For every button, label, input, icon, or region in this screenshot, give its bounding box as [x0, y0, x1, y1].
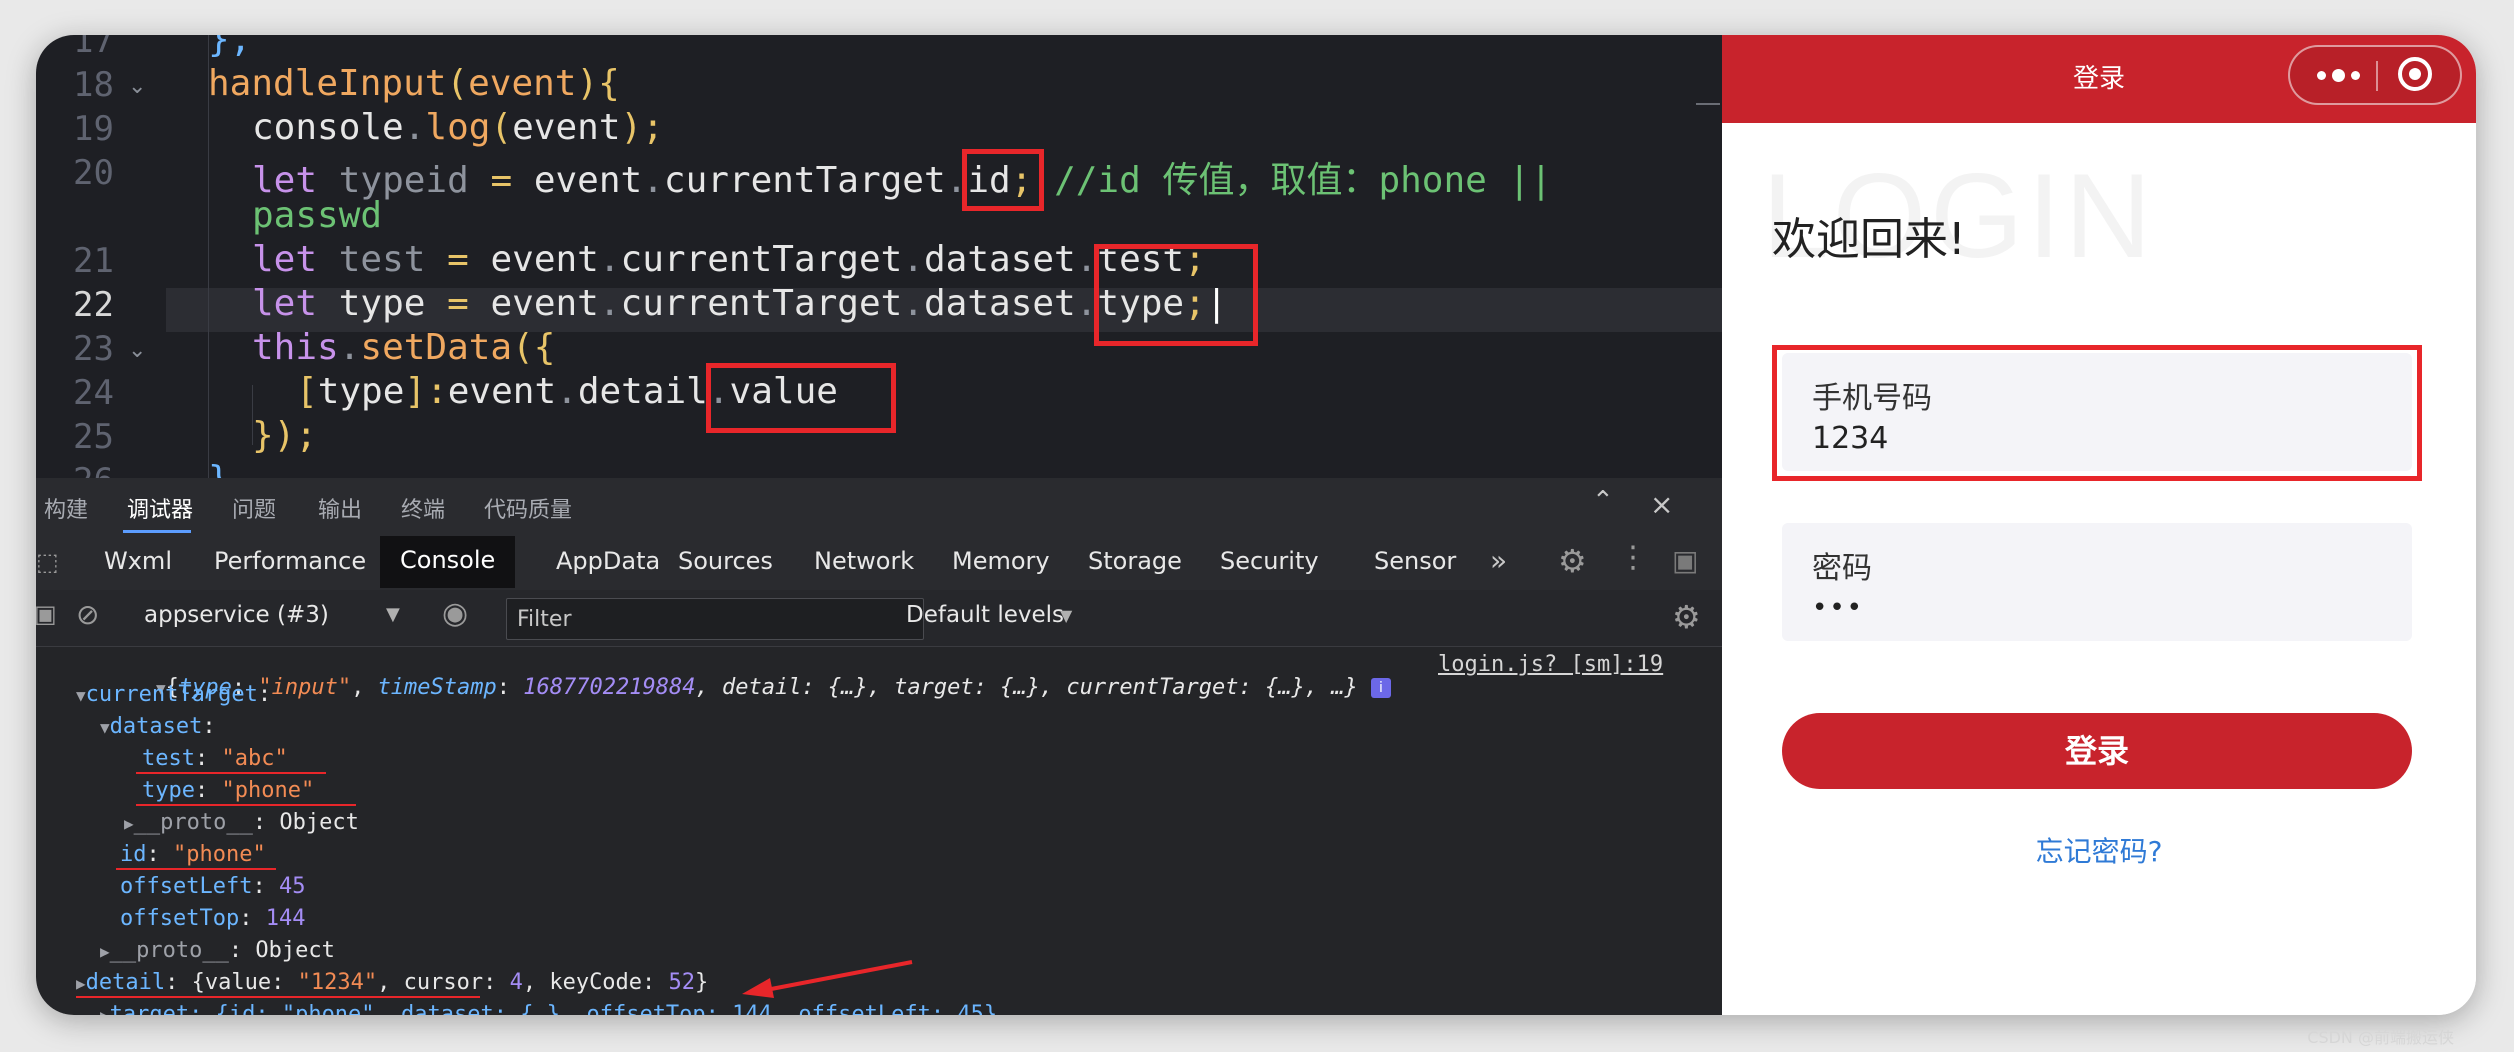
tree-node-dataset[interactable]: ▼dataset: — [100, 714, 216, 739]
tree-node-proto[interactable]: ▶__proto__: Object — [124, 810, 359, 835]
tab-storage[interactable]: Storage — [1068, 546, 1202, 590]
settings-gear-icon[interactable]: ⚙ — [1558, 542, 1587, 580]
annotation-underline — [136, 772, 326, 774]
tab-sources[interactable]: Sources — [658, 546, 793, 590]
line-number: 17 — [73, 35, 114, 61]
code-line: }, — [208, 35, 252, 60]
annotation-box-dataset — [1094, 244, 1258, 346]
active-tab-indicator — [123, 530, 191, 533]
welcome-heading: 欢迎回来! — [1772, 214, 1966, 265]
annotation-box-id — [962, 149, 1044, 211]
close-icon[interactable]: × — [1650, 488, 1673, 521]
code-line: }); — [252, 415, 318, 456]
console-toolbar: ▣ ⊘ appservice (#3) ▼ ◉ Default levels ▼… — [36, 590, 1722, 647]
more-tabs-icon[interactable]: » — [1490, 544, 1507, 577]
password-field[interactable]: 密码 ••• — [1782, 523, 2412, 641]
csdn-watermark: CSDN @前端搬运侠 — [2307, 1028, 2454, 1047]
capsule-menu[interactable] — [2288, 45, 2462, 105]
code-line: this.setData({ — [252, 327, 556, 368]
tree-node-offsettop: offsetTop: 144 — [120, 906, 306, 931]
line-number: 18 — [73, 65, 114, 105]
tab-debugger[interactable]: 调试器 — [127, 492, 193, 524]
tab-wxml[interactable]: Wxml — [84, 546, 192, 590]
console-output: ▼{type: "input", timeStamp: 168770221988… — [36, 646, 1722, 1015]
clear-console-icon[interactable]: ⊘ — [76, 598, 99, 631]
inspect-icon[interactable]: ⬚ — [36, 548, 59, 576]
debugger-tab-bar: 构建 调试器 问题 输出 终端 代码质量 ⌃ × — [36, 478, 1722, 535]
filter-input[interactable] — [507, 599, 923, 639]
tree-node-target[interactable]: ▶target: {id: "phone", dataset: {…}, off… — [100, 1002, 997, 1015]
code-editor[interactable]: 17 18 19 20 21 22 23 24 25 26 ⌄ ⌄ }, han… — [36, 35, 1722, 478]
annotation-box-value — [706, 363, 896, 433]
devtools-panel: 构建 调试器 问题 输出 终端 代码质量 ⌃ × ⬚ Wxml Performa… — [36, 478, 1722, 1015]
tree-node-proto[interactable]: ▶__proto__: Object — [100, 938, 335, 963]
more-dots-icon[interactable] — [2308, 60, 2368, 90]
tab-output[interactable]: 输出 — [318, 492, 362, 524]
annotation-underline — [116, 868, 276, 870]
fold-chevron-icon[interactable]: ⌄ — [128, 340, 148, 362]
forgot-password-link[interactable]: 忘记密码? — [1722, 830, 2476, 870]
eye-icon[interactable]: ◉ — [442, 596, 468, 631]
context-select[interactable]: appservice (#3) — [144, 602, 329, 628]
nav-bar: 登录 — [1722, 35, 2476, 123]
tab-memory[interactable]: Memory — [932, 546, 1070, 590]
tab-build[interactable]: 构建 — [44, 492, 88, 524]
sidebar-toggle-icon[interactable]: ▣ — [36, 600, 57, 628]
console-settings-gear-icon[interactable]: ⚙ — [1672, 598, 1701, 636]
tree-node-type: type: "phone" — [142, 778, 315, 803]
phone-simulator: 登录 LOGIN 欢迎回来! 手机号码 1234 密码 ••• 登录 忘记密码? — [1722, 35, 2476, 1015]
dropdown-caret-icon[interactable]: ▼ — [386, 604, 400, 625]
password-input[interactable]: ••• — [1812, 593, 1864, 623]
tab-code-quality[interactable]: 代码质量 — [484, 492, 572, 524]
line-number: 23 — [73, 329, 114, 369]
annotation-arrow-icon — [742, 960, 913, 998]
code-line: } — [208, 459, 230, 478]
tree-node-offsetleft: offsetLeft: 45 — [120, 874, 306, 899]
annotation-box-phone — [1772, 345, 2422, 481]
code-line: let typeid = event.currentTarget.id; //i… — [252, 160, 1552, 201]
editor-scrollbar[interactable] — [1696, 103, 1720, 105]
app-window: 17 18 19 20 21 22 23 24 25 26 ⌄ ⌄ }, han… — [36, 35, 2476, 1015]
tree-node-id: id: "phone" — [120, 842, 266, 867]
line-number: 20 — [73, 153, 114, 193]
tab-issues[interactable]: 问题 — [232, 492, 276, 524]
line-number: 21 — [73, 241, 114, 281]
code-line: passwd — [252, 195, 383, 236]
source-link[interactable]: login.js? [sm]:19 — [1438, 652, 1663, 677]
panel-tab-bar: ⬚ Wxml Performance Console AppData Sourc… — [36, 534, 1722, 591]
line-number: 26 — [36, 461, 114, 478]
tree-node-test: test: "abc" — [142, 746, 288, 771]
fold-chevron-icon[interactable]: ⌄ — [128, 76, 148, 98]
tab-console[interactable]: Console — [380, 536, 516, 588]
collapse-chevron-icon[interactable]: ⌃ — [1592, 486, 1614, 516]
kebab-menu-icon[interactable]: ⋮ — [1618, 540, 1648, 575]
annotation-underline — [76, 996, 480, 998]
line-number: 24 — [73, 373, 114, 413]
log-levels-select[interactable]: Default levels — [906, 602, 1064, 628]
tab-security[interactable]: Security — [1200, 546, 1339, 590]
line-number: 19 — [73, 109, 114, 149]
annotation-underline — [136, 804, 356, 806]
line-number: 22 — [73, 285, 114, 325]
filter-input-box[interactable] — [506, 598, 924, 640]
code-line: let type = event.currentTarget.dataset.t… — [252, 283, 1228, 324]
code-line: handleInput(event){ — [208, 63, 620, 104]
dropdown-caret-icon[interactable]: ▼ — [1060, 606, 1072, 625]
capsule-divider — [2376, 61, 2378, 91]
line-gutter: 17 18 19 20 21 22 23 24 25 26 ⌄ ⌄ — [36, 35, 146, 478]
line-number: 25 — [73, 417, 114, 457]
dock-icon[interactable]: ▣ — [1672, 544, 1698, 577]
tab-network[interactable]: Network — [794, 546, 934, 590]
tab-performance[interactable]: Performance — [194, 546, 386, 590]
close-target-icon[interactable] — [2398, 57, 2432, 91]
tab-sensor[interactable]: Sensor — [1354, 546, 1476, 590]
code-line: console.log(event); — [252, 107, 664, 148]
tab-terminal[interactable]: 终端 — [401, 492, 445, 524]
code-line: let test = event.currentTarget.dataset.t… — [252, 239, 1206, 280]
tree-node-currenttarget[interactable]: ▼currentTarget: — [76, 682, 271, 707]
info-icon[interactable]: i — [1370, 678, 1391, 698]
login-button[interactable]: 登录 — [1782, 713, 2412, 789]
tree-node-detail[interactable]: ▶detail: {value: "1234", cursor: 4, keyC… — [76, 970, 708, 995]
password-label: 密码 — [1812, 551, 1872, 586]
